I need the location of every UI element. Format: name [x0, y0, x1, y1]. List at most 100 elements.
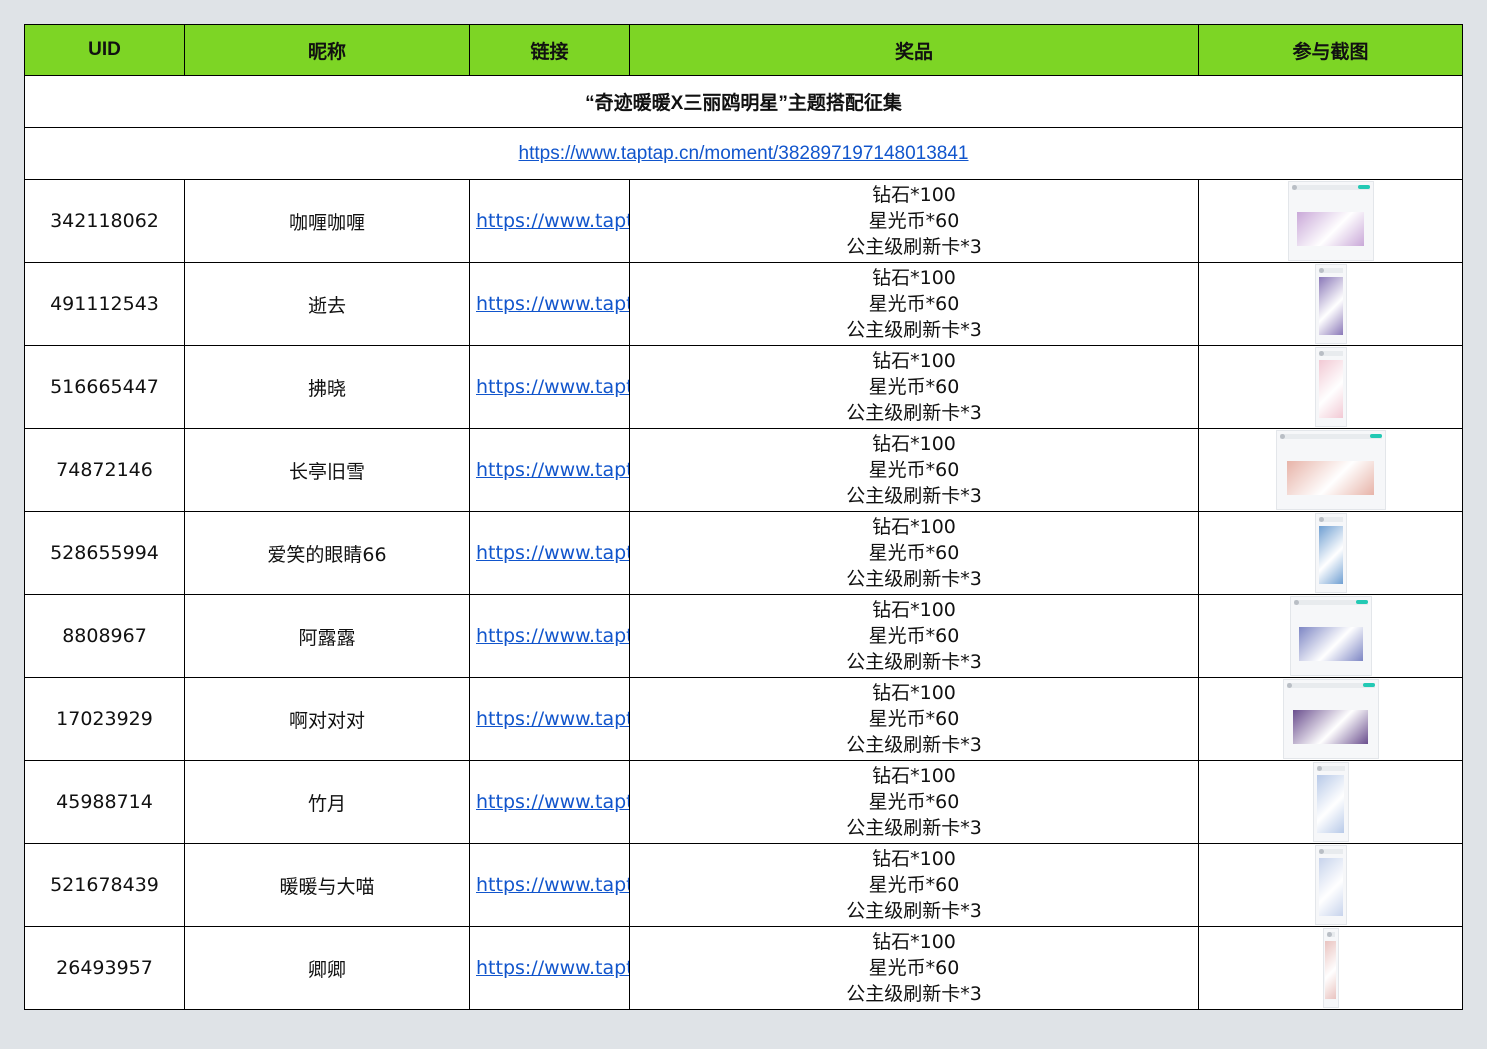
prize-item: 公主级刷新卡*3 [846, 402, 982, 424]
uid-cell: 8808967 [24, 594, 185, 678]
nickname-cell: 阿露露 [184, 594, 470, 678]
screenshot-cell [1198, 345, 1463, 429]
prize-item: 星光币*60 [868, 957, 960, 979]
screenshot-thumbnail[interactable] [1282, 679, 1379, 759]
moment-link[interactable]: https://www.taptap [476, 957, 629, 979]
prize-item: 公主级刷新卡*3 [846, 734, 982, 756]
moment-link[interactable]: https://www.taptap [476, 293, 629, 315]
link-cell: https://www.taptap [469, 677, 630, 761]
prize-item: 钻石*100 [872, 267, 956, 289]
thumbnail-image [1316, 775, 1345, 833]
header-uid: UID [24, 24, 185, 76]
prize-item: 星光币*60 [868, 625, 960, 647]
prize-cell: 钻石*100 星光币*60 公主级刷新卡*3 [629, 262, 1199, 346]
prize-item: 公主级刷新卡*3 [846, 900, 982, 922]
follow-badge-icon [1357, 185, 1370, 189]
screenshot-thumbnail[interactable] [1287, 181, 1374, 261]
moment-link[interactable]: https://www.taptap [476, 376, 629, 398]
nickname-cell: 卿卿 [184, 926, 470, 1010]
screenshot-cell [1198, 926, 1463, 1010]
winners-table: UID 昵称 链接 奖品 参与截图 “奇迹暖暖X三丽鸥明星”主题搭配征集 htt… [24, 24, 1463, 1010]
thumbnail-image [1287, 461, 1374, 495]
link-cell: https://www.taptap [469, 594, 630, 678]
prize-item: 公主级刷新卡*3 [846, 568, 982, 590]
link-cell: https://www.taptap [469, 511, 630, 595]
prize-item: 星光币*60 [868, 293, 960, 315]
screenshot-cell [1198, 760, 1463, 844]
event-url-link[interactable]: https://www.taptap.cn/moment/38289719714… [519, 143, 969, 164]
header-nickname: 昵称 [184, 24, 470, 76]
nickname-cell: 竹月 [184, 760, 470, 844]
prize-item: 星光币*60 [868, 459, 960, 481]
nickname-cell: 拂晓 [184, 345, 470, 429]
nickname-cell: 逝去 [184, 262, 470, 346]
moment-link[interactable]: https://www.taptap [476, 791, 629, 813]
prize-item: 钻石*100 [872, 599, 956, 621]
moment-link[interactable]: https://www.taptap [476, 210, 629, 232]
prize-item: 钻石*100 [872, 516, 956, 538]
uid-cell: 528655994 [24, 511, 185, 595]
screenshot-thumbnail[interactable] [1289, 596, 1372, 676]
thumbnail-image [1296, 212, 1365, 246]
follow-badge-icon [1362, 683, 1375, 687]
prize-item: 公主级刷新卡*3 [846, 983, 982, 1005]
link-cell: https://www.taptap [469, 179, 630, 263]
winners-sheet: UID 昵称 链接 奖品 参与截图 “奇迹暖暖X三丽鸥明星”主题搭配征集 htt… [24, 24, 1463, 1010]
table-row: 491112543逝去 https://www.taptap 钻石*100 星光币*6… [24, 262, 1463, 346]
avatar-icon [1318, 517, 1324, 522]
follow-badge-icon [1355, 600, 1368, 604]
prize-item: 公主级刷新卡*3 [846, 236, 982, 258]
screenshot-cell [1198, 843, 1463, 927]
thumbnail-image [1318, 277, 1343, 335]
uid-cell: 17023929 [24, 677, 185, 761]
uid-cell: 342118062 [24, 179, 185, 263]
prize-cell: 钻石*100 星光币*60 公主级刷新卡*3 [629, 843, 1199, 927]
moment-link[interactable]: https://www.taptap [476, 459, 629, 481]
screenshot-cell [1198, 511, 1463, 595]
screenshot-thumbnail[interactable] [1314, 347, 1347, 427]
header-link: 链接 [469, 24, 630, 76]
screenshot-cell [1198, 262, 1463, 346]
avatar-icon [1326, 932, 1332, 937]
table-row: 8808967阿露露 https://www.taptap 钻石*100 星光币*60… [24, 594, 1463, 678]
prize-item: 公主级刷新卡*3 [846, 817, 982, 839]
link-cell: https://www.taptap [469, 760, 630, 844]
screenshot-thumbnail[interactable] [1314, 513, 1347, 593]
table-row: 521678439暖暖与大喵 https://www.taptap 钻石*100 星光… [24, 843, 1463, 927]
nickname-cell: 咖喱咖喱 [184, 179, 470, 263]
moment-link[interactable]: https://www.taptap [476, 542, 629, 564]
screenshot-thumbnail[interactable] [1322, 928, 1339, 1008]
avatar-icon [1318, 351, 1324, 356]
uid-cell: 491112543 [24, 262, 185, 346]
uid-cell: 521678439 [24, 843, 185, 927]
screenshot-thumbnail[interactable] [1275, 430, 1386, 510]
screenshot-thumbnail[interactable] [1312, 762, 1349, 842]
prize-item: 星光币*60 [868, 376, 960, 398]
thumbnail-image [1292, 710, 1369, 744]
prize-item: 钻石*100 [872, 184, 956, 206]
thumbnail-image [1298, 627, 1363, 661]
table-row: 342118062咖喱咖喱 https://www.taptap 钻石*100 星光币… [24, 179, 1463, 263]
screenshot-thumbnail[interactable] [1314, 845, 1347, 925]
table-row: 74872146长亭旧雪 https://www.taptap 钻石*100 星光币*… [24, 428, 1463, 512]
thumbnail-header [1286, 683, 1375, 688]
screenshot-cell [1198, 428, 1463, 512]
avatar-icon [1291, 185, 1297, 190]
nickname-cell: 爱笑的眼睛66 [184, 511, 470, 595]
table-row: 516665447拂晓 https://www.taptap 钻石*100 星光币*6… [24, 345, 1463, 429]
moment-link[interactable]: https://www.taptap [476, 625, 629, 647]
screenshot-thumbnail[interactable] [1314, 264, 1347, 344]
event-title: “奇迹暖暖X三丽鸥明星”主题搭配征集 [24, 75, 1463, 128]
moment-link[interactable]: https://www.taptap [476, 874, 629, 896]
prize-item: 钻石*100 [872, 350, 956, 372]
moment-link[interactable]: https://www.taptap [476, 708, 629, 730]
link-cell: https://www.taptap [469, 262, 630, 346]
avatar-icon [1318, 268, 1324, 273]
screenshot-cell [1198, 677, 1463, 761]
table-row: 17023929啊对对对 https://www.taptap 钻石*100 星光币*… [24, 677, 1463, 761]
thumbnail-image [1318, 858, 1343, 916]
prize-cell: 钻石*100 星光币*60 公主级刷新卡*3 [629, 428, 1199, 512]
prize-item: 钻石*100 [872, 848, 956, 870]
prize-cell: 钻石*100 星光币*60 公主级刷新卡*3 [629, 926, 1199, 1010]
follow-badge-icon [1369, 434, 1382, 438]
